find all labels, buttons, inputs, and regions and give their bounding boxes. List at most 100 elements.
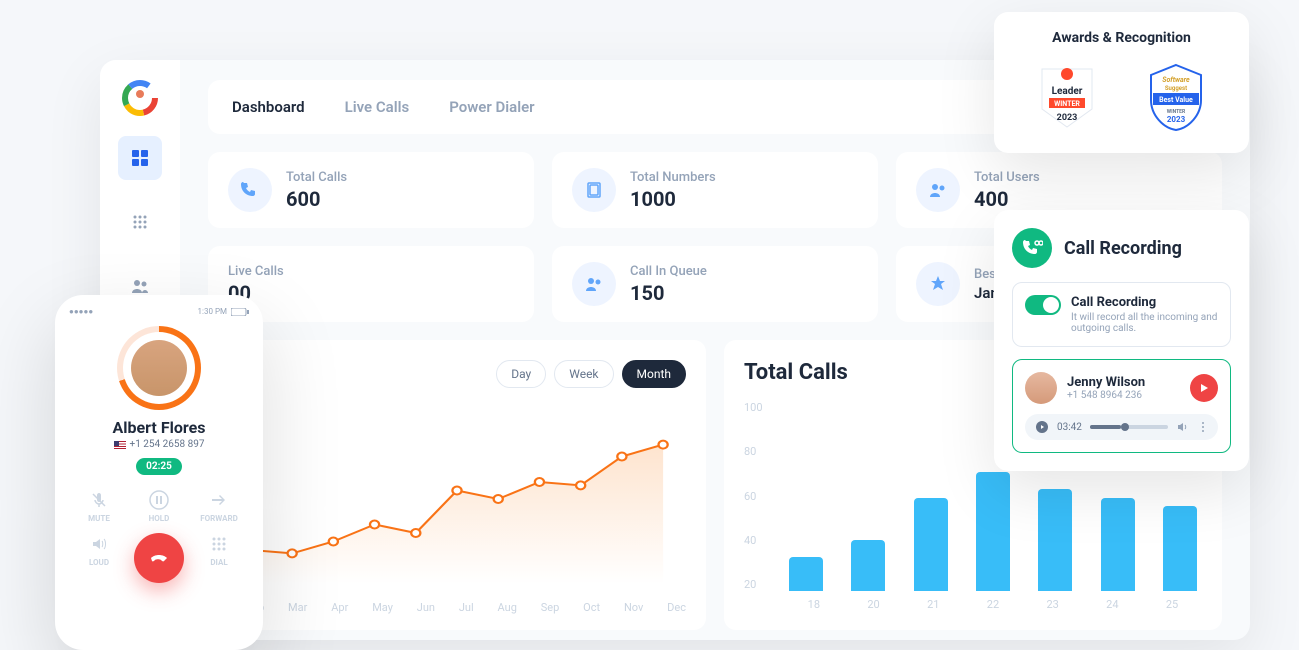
bar (789, 557, 823, 591)
xaxis-label: 24 (1106, 598, 1118, 611)
speaker-icon (88, 533, 110, 555)
contacts-icon (572, 168, 616, 212)
stat-total-calls: Total Calls 600 (208, 152, 534, 228)
line-chart-panel: es Day Week Month bMarAprMayJunJulAugSep… (208, 340, 706, 630)
person-name: Jenny Wilson (1067, 375, 1145, 390)
recording-item: Jenny Wilson +1 548 8964 236 03:42 (1012, 359, 1231, 453)
hold-button[interactable]: HOLD (129, 489, 189, 523)
caller-number: +1 254 2658 897 (114, 439, 205, 450)
mute-icon (88, 489, 110, 511)
loud-button[interactable]: LOUD (69, 533, 129, 583)
xaxis-label: Nov (624, 601, 643, 614)
progress-bar[interactable] (1090, 425, 1168, 429)
xaxis-label: Apr (331, 601, 348, 614)
tab-power-dialer[interactable]: Power Dialer (449, 98, 534, 116)
xaxis-label: 18 (808, 598, 820, 611)
xaxis-label: 22 (987, 598, 999, 611)
play-button[interactable] (1190, 374, 1218, 402)
xaxis-label: May (372, 601, 393, 614)
xaxis-label: Mar (288, 601, 307, 614)
yaxis-label: 60 (744, 490, 774, 503)
segment-month[interactable]: Month (622, 360, 686, 388)
recording-toggle-card: Call Recording It will record all the in… (1012, 282, 1231, 347)
stat-label: Total Calls (286, 170, 347, 185)
app-logo (122, 80, 158, 116)
stat-value: 1000 (630, 187, 716, 211)
us-flag-icon (114, 441, 126, 449)
call-recording-panel: Call Recording Call Recording It will re… (994, 210, 1249, 471)
yaxis-label: 40 (744, 534, 774, 547)
stat-label: Total Users (974, 170, 1040, 185)
xaxis-label: Jun (417, 601, 435, 614)
svg-text:WINTER: WINTER (1054, 100, 1080, 108)
stat-value: 150 (630, 281, 707, 305)
mute-button[interactable]: MUTE (69, 489, 129, 523)
xaxis-label: Oct (583, 601, 600, 614)
tab-live-calls[interactable]: Live Calls (345, 98, 410, 116)
line-chart: bMarAprMayJunJulAugSepOctNovDec (228, 404, 686, 614)
toggle-description: It will record all the incoming and outg… (1071, 312, 1218, 334)
chart-title: Total Calls (744, 360, 848, 385)
bar (976, 472, 1010, 591)
awards-panel: Awards & Recognition Leader WINTER 2023 … (994, 12, 1249, 153)
xaxis-label: Jul (459, 601, 474, 614)
segment-week[interactable]: Week (554, 360, 613, 388)
yaxis-label: 100 (744, 401, 774, 414)
forward-button[interactable]: FORWARD (189, 489, 249, 523)
star-icon (916, 262, 960, 306)
call-timer: 02:25 (136, 458, 182, 475)
phone-time: 1:30 PM (198, 307, 227, 316)
stat-label: Call In Queue (630, 264, 707, 279)
dialpad-icon (208, 533, 230, 555)
time-segment: Day Week Month (496, 360, 686, 388)
users-icon (916, 168, 960, 212)
volume-icon[interactable] (1176, 420, 1190, 434)
dial-button[interactable]: DIAL (189, 533, 249, 583)
xaxis-label: 20 (867, 598, 879, 611)
awards-title: Awards & Recognition (1012, 30, 1231, 46)
xaxis-label: 21 (927, 598, 939, 611)
player-time: 03:42 (1057, 422, 1082, 433)
bar (1163, 506, 1197, 591)
panel-title: Call Recording (1064, 238, 1182, 259)
forward-icon (208, 489, 230, 511)
recording-toggle[interactable] (1025, 295, 1061, 315)
svg-text:2023: 2023 (1167, 115, 1186, 124)
yaxis-label: 80 (744, 445, 774, 458)
stat-label: Live Calls (228, 264, 284, 279)
xaxis-label: Sep (541, 601, 560, 614)
xaxis-label: Aug (498, 601, 517, 614)
segment-day[interactable]: Day (496, 360, 546, 388)
pause-icon (148, 489, 170, 511)
svg-text:Suggest: Suggest (1165, 85, 1187, 92)
avatar-progress-ring (117, 326, 201, 410)
phone-mockup: ●●●●● 1:30 PM Albert Flores +1 254 2658 … (55, 295, 263, 650)
battery-icon (231, 308, 249, 316)
tab-dashboard[interactable]: Dashboard (232, 98, 305, 116)
stat-call-in-queue: Call In Queue 150 (552, 246, 878, 322)
best-value-badge: Software Suggest Best Value WINTER 2023 (1141, 60, 1211, 135)
svg-text:Software: Software (1163, 76, 1191, 84)
xaxis-label: 23 (1046, 598, 1058, 611)
voicemail-icon (1012, 228, 1052, 268)
play-icon[interactable] (1035, 420, 1049, 434)
audio-player[interactable]: 03:42 (1025, 414, 1218, 440)
stat-total-numbers: Total Numbers 1000 (552, 152, 878, 228)
svg-text:Best Value: Best Value (1159, 96, 1193, 104)
person-number: +1 548 8964 236 (1067, 390, 1145, 401)
svg-text:Leader: Leader (1051, 86, 1082, 97)
bar (851, 540, 885, 591)
nav-dialpad-icon[interactable] (118, 200, 162, 244)
stat-label: Total Numbers (630, 170, 716, 185)
xaxis-label: 25 (1166, 598, 1178, 611)
stat-value: 600 (286, 187, 347, 211)
phone-icon (228, 168, 272, 212)
leader-badge: Leader WINTER 2023 (1032, 64, 1102, 132)
stat-value: 400 (974, 187, 1040, 211)
svg-text:2023: 2023 (1056, 113, 1077, 123)
more-icon[interactable] (1198, 420, 1208, 434)
hangup-button[interactable] (129, 533, 189, 583)
nav-dashboard-icon[interactable] (118, 136, 162, 180)
hangup-icon (134, 533, 184, 583)
phone-signal: ●●●●● (69, 307, 93, 316)
